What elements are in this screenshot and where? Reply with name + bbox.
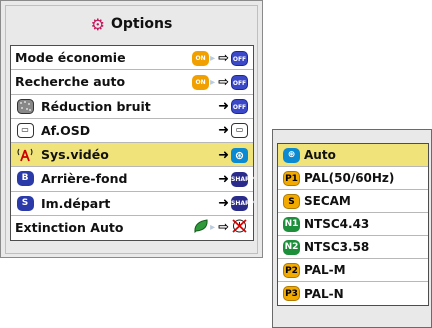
menu-item-recherche-auto[interactable]: Recherche auto ON ▸ ⇨ OFF — [11, 70, 253, 95]
menu-item-label: Af.OSD — [41, 122, 91, 138]
submenu-item-label: PAL(50/60Hz) — [304, 171, 395, 185]
s-badge-icon: S — [283, 193, 300, 209]
menu-item-reduction-bruit[interactable]: Réduction bruit ➜ OFF — [11, 95, 253, 119]
osd-icon: ▭ — [15, 122, 35, 138]
menu-item-arriere-fond[interactable]: B Arrière-fond ➜ SHARP — [11, 167, 254, 192]
options-icon: ⚙ — [90, 14, 105, 34]
submenu-item-pal[interactable]: P1 PAL(50/60Hz) — [278, 167, 428, 190]
n1-badge-icon: N1 — [283, 216, 300, 232]
menu-item-extinction-auto[interactable]: Extinction Auto ▸ ⇨ — [11, 216, 253, 240]
submenu-item-label: PAL-M — [304, 263, 346, 277]
setting-indicator: ➜ SHARP — [216, 195, 254, 213]
submenu-item-ntsc443[interactable]: N1 NTSC4.43 — [278, 213, 428, 236]
auto-icon: ⊛ — [283, 147, 300, 163]
arrow-right-icon: ➜ — [218, 196, 229, 211]
step-icon: ▸ — [210, 222, 216, 234]
menu-item-label: Sys.vidéo — [41, 147, 109, 163]
submenu-list: ⊛ Auto P1 PAL(50/60Hz) S SECAM N1 NTSC4.… — [277, 143, 429, 306]
submenu-item-label: Auto — [304, 148, 336, 162]
arrow-right-icon: ➜ — [218, 147, 229, 163]
submenu-item-secam[interactable]: S SECAM — [278, 190, 428, 213]
submenu-item-auto[interactable]: ⊛ Auto — [278, 144, 428, 167]
auto-video-icon: ⊛ — [231, 147, 248, 163]
off-badge-icon: OFF — [231, 74, 248, 90]
on-badge-icon: ON — [192, 74, 210, 90]
submenu-item-pal-n[interactable]: P3 PAL-N — [278, 282, 428, 305]
menu-item-mode-economie[interactable]: Mode économie ON ▸ ⇨ OFF — [11, 46, 253, 71]
off-badge-icon: OFF — [231, 50, 248, 66]
leaf-icon — [193, 219, 209, 236]
off-timer-icon — [231, 218, 248, 237]
menu-item-label: Recherche auto — [15, 74, 126, 90]
submenu-item-label: NTSC3.58 — [304, 240, 370, 254]
arrow-right-icon: ⇨ — [218, 50, 229, 66]
background-b-icon: B — [15, 171, 35, 187]
submenu-item-label: PAL-N — [304, 286, 344, 301]
submenu-item-label: NTSC4.43 — [304, 217, 370, 231]
setting-indicator: ➜ OFF — [216, 98, 248, 116]
osd-setting-icon: ▭ — [231, 123, 248, 139]
submenu-item-label: SECAM — [304, 194, 351, 208]
off-badge-icon: OFF — [231, 99, 248, 114]
window-title: ⚙ Options — [6, 6, 257, 42]
menu-item-label: Im.départ — [41, 195, 111, 211]
setting-indicator: ➜ ▭ — [216, 122, 248, 140]
p1-badge-icon: P1 — [283, 170, 300, 186]
menu-item-af-osd[interactable]: ▭ Af.OSD ➜ ▭ — [11, 119, 253, 143]
setting-indicator: ▸ ⇨ — [193, 219, 248, 237]
menu-item-sys-video[interactable]: Sys.vidéo ➜ ⊛ — [11, 143, 253, 168]
menu-item-label: Arrière-fond — [41, 171, 128, 187]
menu-item-label: Mode économie — [15, 50, 126, 66]
arrow-right-icon: ➜ — [218, 171, 229, 187]
window-title-text: Options — [111, 16, 173, 32]
sharp-logo-icon: SHARP — [231, 196, 254, 211]
video-system-submenu: ⊛ Auto P1 PAL(50/60Hz) S SECAM N1 NTSC4.… — [272, 129, 432, 328]
startup-s-icon: S — [15, 195, 35, 211]
on-badge-icon: ON — [192, 50, 210, 66]
noise-reduction-icon — [15, 98, 35, 114]
step-icon: ▸ — [210, 76, 216, 88]
options-window: ⚙ Options Mode économie ON ▸ ⇨ OFF Reche… — [0, 0, 263, 258]
setting-indicator: ➜ SHARP — [216, 170, 254, 188]
submenu-item-ntsc358[interactable]: N2 NTSC3.58 — [278, 236, 428, 259]
menu-item-label: Réduction bruit — [41, 98, 151, 114]
options-window-inner: ⚙ Options Mode économie ON ▸ ⇨ OFF Reche… — [5, 5, 258, 254]
sharp-logo-icon: SHARP — [231, 171, 254, 187]
arrow-right-icon: ➜ — [218, 123, 229, 139]
p2-badge-icon: P2 — [283, 262, 300, 278]
arrow-right-icon: ➜ — [218, 99, 229, 114]
step-icon: ▸ — [210, 52, 216, 64]
menu-item-im-depart[interactable]: S Im.départ ➜ SHARP — [11, 192, 254, 216]
antenna-icon — [15, 147, 35, 163]
submenu-item-pal-m[interactable]: P2 PAL-M — [278, 259, 428, 282]
n2-badge-icon: N2 — [283, 239, 300, 255]
setting-indicator: ➜ ⊛ — [216, 146, 248, 164]
options-list: Mode économie ON ▸ ⇨ OFF Recherche auto … — [10, 45, 254, 241]
arrow-right-icon: ⇨ — [218, 74, 229, 90]
setting-indicator: ON ▸ ⇨ OFF — [192, 73, 248, 91]
p3-badge-icon: P3 — [283, 286, 300, 301]
arrow-right-icon: ⇨ — [218, 220, 229, 236]
setting-indicator: ON ▸ ⇨ OFF — [192, 49, 248, 67]
menu-item-label: Extinction Auto — [15, 220, 124, 236]
